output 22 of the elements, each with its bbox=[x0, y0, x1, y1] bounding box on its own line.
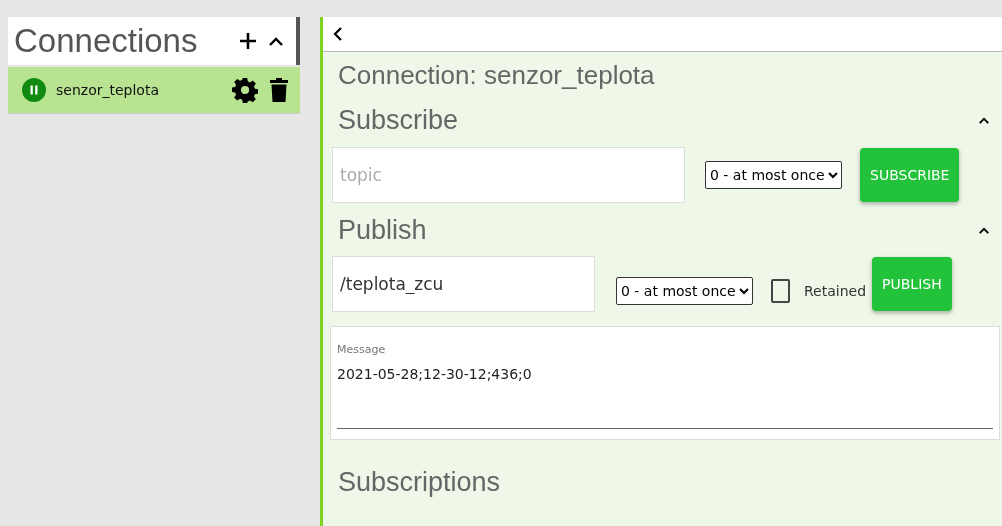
retained-label: Retained bbox=[804, 283, 867, 299]
section-heading: Subscriptions bbox=[338, 466, 501, 498]
caret-up-icon[interactable] bbox=[978, 225, 990, 235]
topic-field[interactable]: /teplota_zcu bbox=[332, 256, 595, 312]
message-field[interactable]: Message 2021-05-28;12-30-12;436;0 bbox=[330, 326, 1000, 440]
trash-icon[interactable] bbox=[270, 78, 288, 102]
connection-title: Connection: senzor_teplota bbox=[337, 59, 656, 92]
section-heading: Subscribe bbox=[338, 104, 459, 136]
sidebar-title: Connections bbox=[14, 22, 199, 60]
section-heading: Publish bbox=[338, 214, 427, 246]
caret-up-icon[interactable] bbox=[978, 115, 990, 125]
pause-icon[interactable] bbox=[22, 78, 46, 102]
topic-field[interactable]: topic bbox=[332, 147, 685, 203]
retained-checkbox[interactable] bbox=[771, 279, 790, 303]
connection-name: senzor_teplota bbox=[56, 82, 160, 98]
caret-up-icon[interactable] bbox=[268, 35, 284, 47]
back-icon[interactable] bbox=[333, 27, 343, 41]
qos-dropdown[interactable]: 0 - at most once bbox=[616, 277, 753, 305]
connection-item[interactable]: senzor_teplota bbox=[8, 67, 300, 114]
qos-dropdown[interactable]: 0 - at most once bbox=[705, 161, 842, 189]
add-icon[interactable] bbox=[238, 31, 258, 51]
gear-icon[interactable] bbox=[232, 77, 258, 103]
